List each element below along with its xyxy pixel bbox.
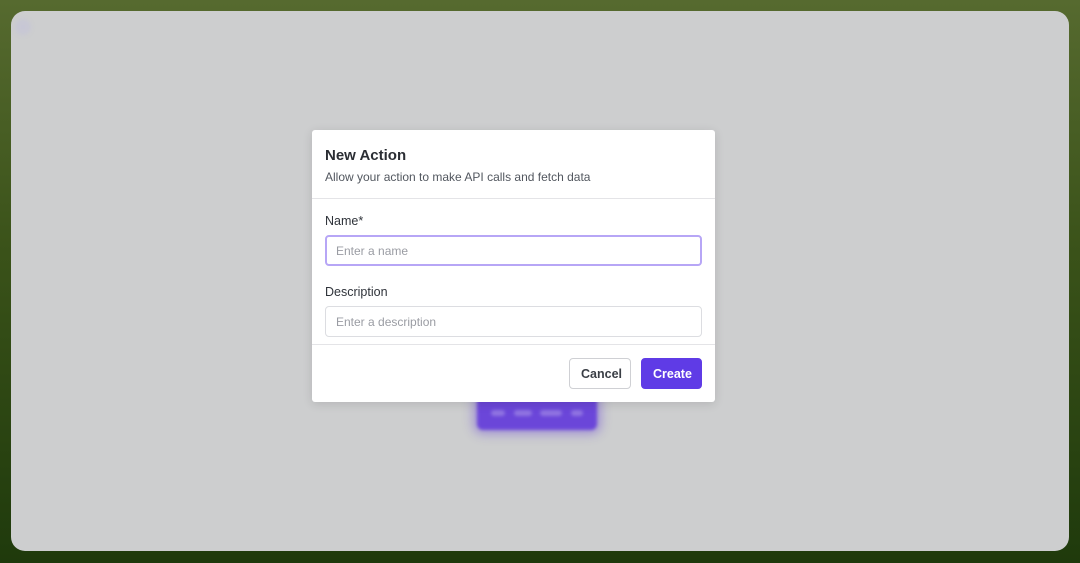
description-input[interactable] [325, 306, 702, 337]
blurred-avatar-icon [15, 19, 31, 35]
dialog-body: Name* Description [312, 199, 715, 345]
app-window-overlay: New Action Allow your action to make API… [11, 11, 1069, 551]
cancel-button[interactable]: Cancel [569, 358, 631, 389]
dialog-header: New Action Allow your action to make API… [312, 130, 715, 199]
description-field-label: Description [325, 285, 388, 299]
dialog-title: New Action [325, 147, 407, 164]
create-button[interactable]: Create [641, 358, 702, 389]
name-input[interactable] [325, 235, 702, 266]
dialog-footer: Cancel Create [312, 345, 715, 402]
dialog-subtitle: Allow your action to make API calls and … [325, 170, 591, 184]
name-field-label: Name* [325, 214, 364, 228]
new-action-dialog: New Action Allow your action to make API… [312, 130, 715, 402]
